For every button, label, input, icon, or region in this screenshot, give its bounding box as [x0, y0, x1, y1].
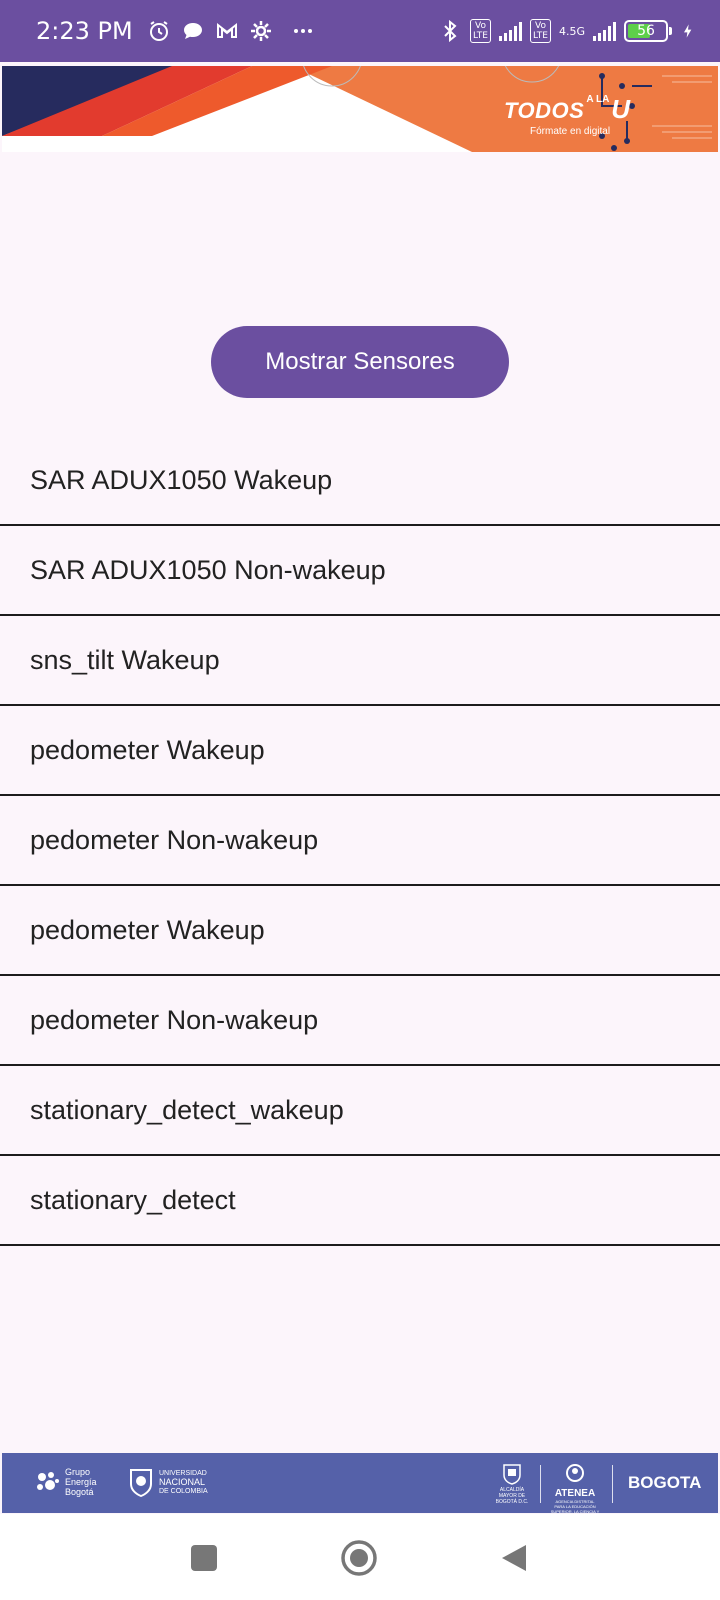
list-item: stationary_detect_wakeup — [0, 1066, 720, 1156]
list-item: pedometer Wakeup — [0, 886, 720, 976]
recent-apps-button[interactable] — [184, 1538, 224, 1578]
sensor-list: SAR ADUX1050 Wakeup SAR ADUX1050 Non-wak… — [0, 436, 720, 1246]
alarm-icon — [149, 21, 168, 41]
list-item: sns_tilt Wakeup — [0, 616, 720, 706]
volte-badge: Vo LTE — [470, 19, 491, 43]
banner-tagline: Fórmate en digital — [530, 126, 611, 137]
footer-logos-band: Grupo Energía Bogotá UNIVERSIDAD NACIONAL DE… — [2, 1453, 718, 1519]
network-type: 4.5G — [558, 24, 585, 38]
atenea-logo: ATENEA AGENCIA DISTRITAL PARA LA EDUCACI… — [550, 1463, 600, 1519]
bogota-logo: BOGOTA — [628, 1473, 702, 1492]
alcaldia-bogota-logo: ALCALDÍA MAYOR DE BOGOTÁ D.C. — [492, 1463, 532, 1505]
list-item: SAR ADUX1050 Wakeup — [0, 436, 720, 526]
battery-level: 56 — [637, 23, 655, 39]
alcaldia-shield-icon — [503, 1464, 521, 1485]
footer-divider — [540, 1465, 541, 1503]
list-item: pedometer Non-wakeup — [0, 976, 720, 1066]
charging-bolt-icon — [684, 24, 692, 38]
gmail-icon — [216, 22, 237, 38]
settings-gear-icon — [250, 21, 271, 41]
list-item: pedometer Wakeup — [0, 706, 720, 796]
header-banner: TODOS A LAU Fórmate en digital — [2, 66, 718, 152]
unal-shield-icon — [130, 1469, 152, 1497]
back-triangle-icon — [502, 1545, 526, 1571]
grupo-energia-bogota-logo: Grupo Energía Bogotá — [34, 1467, 97, 1497]
home-button[interactable] — [339, 1538, 379, 1578]
chat-bubble-icon — [183, 23, 202, 39]
signal-strength-icon-2 — [593, 21, 616, 41]
status-bar: 2:23 PM Vo LTE Vo LTE 4.5G 56 — [0, 0, 720, 62]
geb-mark-icon — [37, 1472, 59, 1490]
list-item: pedometer Non-wakeup — [0, 796, 720, 886]
volte-badge-2: Vo LTE — [530, 19, 551, 43]
home-circle-icon — [341, 1540, 377, 1576]
square-icon — [191, 1545, 217, 1571]
list-item: SAR ADUX1050 Non-wakeup — [0, 526, 720, 616]
show-sensors-button[interactable]: Mostrar Sensores — [211, 326, 509, 398]
atenea-mark-icon — [566, 1464, 584, 1482]
status-time: 2:23 PM — [36, 17, 133, 45]
bluetooth-icon — [444, 19, 457, 43]
more-notifications-icon — [293, 29, 312, 33]
todos-a-la-u-logo: TODOS A LAU — [504, 94, 631, 124]
system-navigation-bar — [0, 1514, 720, 1600]
list-item: stationary_detect — [0, 1156, 720, 1246]
universidad-nacional-logo: UNIVERSIDAD NACIONAL DE COLOMBIA — [128, 1467, 208, 1497]
back-button[interactable] — [494, 1538, 534, 1578]
footer-divider-2 — [612, 1465, 613, 1503]
signal-strength-icon — [499, 21, 522, 41]
battery-icon: 56 — [624, 20, 672, 42]
